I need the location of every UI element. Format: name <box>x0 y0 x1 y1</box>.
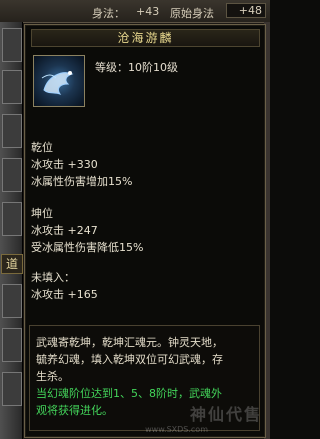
kun-section: 坤位 冰攻击 +247 受冰属性伤害降低15% <box>31 205 143 256</box>
unfilled-head: 未填入： <box>31 271 75 284</box>
qian-head: 乾位 <box>31 141 53 154</box>
qian-line-2: 冰属性伤害增加15% <box>31 175 133 188</box>
kun-line-1: 冰攻击 +247 <box>31 224 98 237</box>
desc-line-3: 生杀。 <box>36 370 69 383</box>
equipment-slot[interactable] <box>2 158 22 192</box>
equipment-slot[interactable] <box>2 202 22 236</box>
stats-bar: 身法： +43 原始身法 +48 <box>0 0 270 23</box>
desc-green-1: 当幻魂阶位达到1、5、8阶时，武魂外 <box>36 387 222 400</box>
equipment-slot[interactable] <box>2 284 22 318</box>
grade-text: 等级：10阶10级 <box>95 61 178 74</box>
desc-line-2: 毓养幻魂，填入乾坤双位可幻武魂，存 <box>36 353 223 366</box>
watermark: 神仙代售 <box>189 405 262 424</box>
equipment-slot[interactable] <box>2 372 22 406</box>
base-agility-label: 原始身法 <box>170 7 214 20</box>
base-agility-value: +48 <box>226 3 266 18</box>
item-tooltip: 沧海游麟 等级：10阶10级 乾位 冰攻击 +330 冰属性伤害增加15% 坤位… <box>24 24 266 438</box>
equipment-slot[interactable] <box>2 70 22 104</box>
agility-label: 身法： <box>92 7 125 20</box>
equipment-slot[interactable] <box>2 114 22 148</box>
kun-line-2: 受冰属性伤害降低15% <box>31 241 144 254</box>
equipment-strip: 道 <box>0 22 23 439</box>
desc-line-1: 武魂寄乾坤，乾坤汇魂元。钟灵天地， <box>36 336 223 349</box>
tab-marker[interactable]: 道 <box>1 254 23 274</box>
qian-section: 乾位 冰攻击 +330 冰属性伤害增加15% <box>31 139 132 190</box>
dragon-soul-icon <box>33 55 85 107</box>
unfilled-line-1: 冰攻击 +165 <box>31 288 98 301</box>
watermark-url: www.SXDS.com <box>145 425 208 434</box>
agility-value: +43 <box>136 5 160 18</box>
item-title: 沧海游麟 <box>31 29 260 47</box>
kun-head: 坤位 <box>31 207 53 220</box>
qian-line-1: 冰攻击 +330 <box>31 158 98 171</box>
equipment-slot[interactable] <box>2 28 22 62</box>
unfilled-section: 未填入： 冰攻击 +165 <box>31 269 98 303</box>
equipment-slot[interactable] <box>2 328 22 362</box>
dragon-icon-art <box>41 71 74 95</box>
